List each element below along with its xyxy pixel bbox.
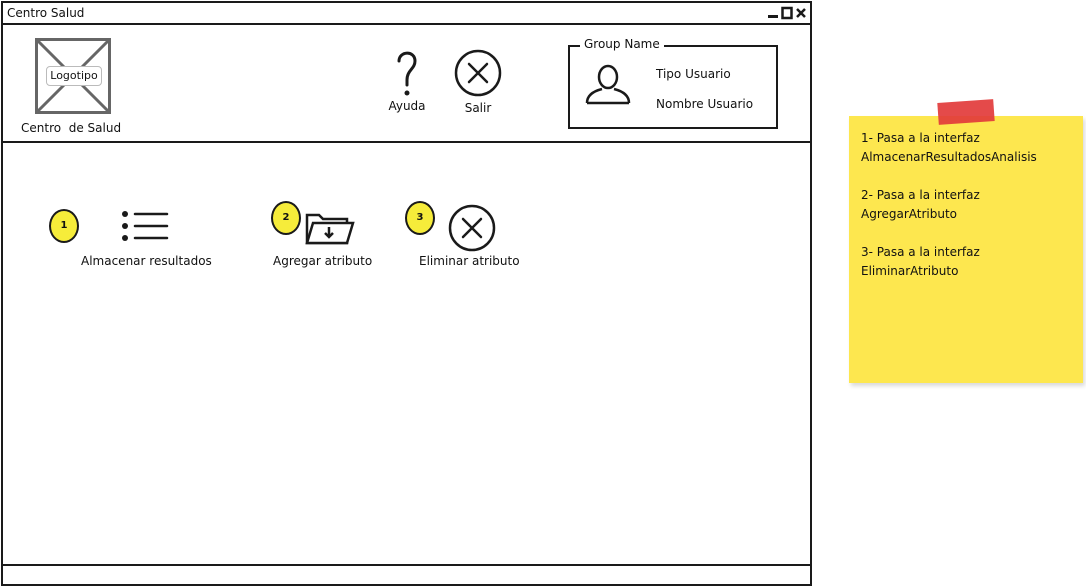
minimize-icon[interactable]: [767, 5, 779, 19]
add-attribute-label: Agregar atributo: [273, 254, 373, 268]
add-attribute-action[interactable]: 2 Agregar atributo: [269, 199, 389, 275]
delete-attribute-action[interactable]: 3 Eliminar atributo: [403, 199, 527, 275]
sticky-note: 1- Pasa a la interfaz AlmacenarResultado…: [849, 116, 1083, 383]
app-window: Centro Salud Logotipo Centro de Salud Ay…: [1, 1, 812, 586]
close-circle-icon: [447, 203, 497, 257]
maximize-icon[interactable]: [781, 5, 793, 20]
group-legend: Group Name: [580, 37, 664, 51]
note-line: 2- Pasa a la interfaz: [861, 188, 980, 202]
folder-import-icon: [303, 207, 357, 251]
store-results-action[interactable]: 1 Almacenar resultados: [47, 203, 217, 275]
list-icon: [121, 209, 169, 247]
note-line: EliminarAtributo: [861, 264, 959, 278]
exit-button[interactable]: Salir: [453, 49, 503, 115]
help-button[interactable]: Ayuda: [387, 47, 427, 113]
title-bar: Centro Salud: [3, 3, 810, 25]
window-title: Centro Salud: [7, 6, 85, 20]
note-line: 1- Pasa a la interfaz: [861, 131, 980, 145]
org-name: Centro de Salud: [21, 121, 122, 135]
delete-attribute-label: Eliminar atributo: [419, 254, 520, 268]
exit-label: Salir: [464, 101, 492, 115]
note-line: AlmacenarResultadosAnalisis: [861, 150, 1037, 164]
step-badge: 1: [49, 209, 79, 243]
status-bar: [3, 564, 810, 584]
help-label: Ayuda: [388, 99, 426, 113]
sticky-tape: [937, 99, 995, 125]
user-name: Nombre Usuario: [656, 97, 754, 111]
store-results-label: Almacenar resultados: [81, 254, 212, 268]
step-badge: 2: [271, 201, 301, 235]
user-group-box: Group Name Tipo Usuario Nombre Usuario: [568, 37, 778, 129]
close-icon[interactable]: [795, 5, 807, 19]
logo-label: Logotipo: [46, 66, 102, 86]
step-badge: 3: [405, 201, 435, 235]
note-line: AgregarAtributo: [861, 207, 958, 221]
user-avatar-icon: [584, 63, 632, 111]
note-line: 3- Pasa a la interfaz: [861, 245, 980, 259]
header: Logotipo Centro de Salud Ayuda Salir Gro…: [3, 25, 810, 143]
user-type: Tipo Usuario: [656, 67, 731, 81]
